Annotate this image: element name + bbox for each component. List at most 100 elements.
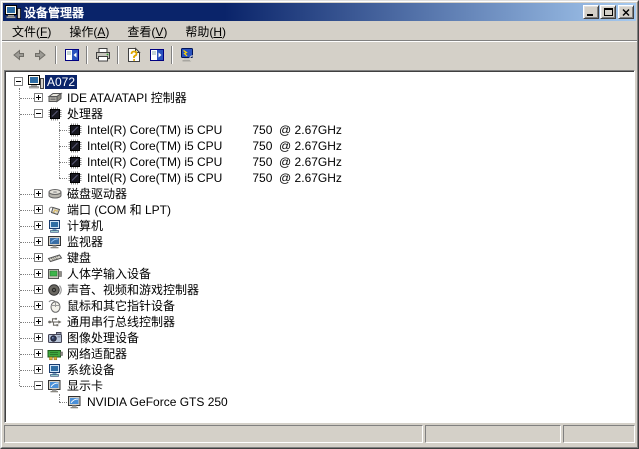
tree-label[interactable]: 处理器 — [65, 107, 105, 121]
tree-row[interactable]: Intel(R) Core(TM) i5 CPU 750 @ 2.67GHz — [6, 122, 633, 138]
tree-label[interactable]: 键盘 — [65, 251, 93, 265]
tree-row[interactable]: 通用串行总线控制器 — [6, 314, 633, 330]
tree-label[interactable]: 显示卡 — [65, 379, 105, 393]
show-console-tree-button[interactable] — [60, 44, 83, 66]
tree-label[interactable]: Intel(R) Core(TM) i5 CPU 750 @ 2.67GHz — [85, 123, 344, 137]
tree-connector-line — [20, 306, 34, 307]
tree-label[interactable]: 磁盘驱动器 — [65, 187, 129, 201]
action-pane-button[interactable] — [145, 44, 168, 66]
maximize-button[interactable] — [600, 5, 616, 19]
menu-action-close: ) — [105, 24, 110, 39]
toolbar-separator — [86, 46, 88, 64]
menu-file[interactable]: 文件(F) — [3, 21, 60, 42]
menu-action[interactable]: 操作(A) — [60, 21, 118, 42]
monitor-icon — [47, 234, 63, 250]
expand-plus-icon[interactable] — [34, 269, 43, 278]
tree-row[interactable]: 磁盘驱动器 — [6, 186, 633, 202]
tree-row[interactable]: 网络适配器 — [6, 346, 633, 362]
tree-label[interactable]: 声音、视频和游戏控制器 — [65, 283, 201, 297]
tree-connector-line — [59, 122, 60, 178]
tree-label[interactable]: A072 — [45, 75, 78, 89]
tree-row[interactable]: 监视器 — [6, 234, 633, 250]
processor-icon — [67, 138, 83, 154]
maximize-icon — [603, 8, 613, 16]
tree-label[interactable]: 端口 (COM 和 LPT) — [65, 203, 173, 217]
expand-plus-icon[interactable] — [34, 189, 43, 198]
expand-plus-icon[interactable] — [34, 205, 43, 214]
tree-connector-line — [20, 338, 34, 339]
minimize-button[interactable] — [583, 5, 599, 19]
tree-row[interactable]: 声音、视频和游戏控制器 — [6, 282, 633, 298]
toolbar-separator — [171, 46, 173, 64]
tree-row[interactable]: 键盘 — [6, 250, 633, 266]
tree-row[interactable]: 计算机 — [6, 218, 633, 234]
tree-label[interactable]: NVIDIA GeForce GTS 250 — [85, 395, 230, 409]
tree-label[interactable]: 通用串行总线控制器 — [65, 315, 177, 329]
tree-row[interactable]: Intel(R) Core(TM) i5 CPU 750 @ 2.67GHz — [6, 170, 633, 186]
tree-label[interactable]: Intel(R) Core(TM) i5 CPU 750 @ 2.67GHz — [85, 171, 344, 185]
tree-connector-line — [59, 178, 67, 179]
menu-help[interactable]: 帮助(H) — [176, 21, 235, 42]
expand-plus-icon[interactable] — [34, 301, 43, 310]
tree-row[interactable]: NVIDIA GeForce GTS 250 — [6, 394, 633, 410]
back-button — [6, 44, 29, 66]
tree-label[interactable]: 鼠标和其它指针设备 — [65, 299, 177, 313]
tree-row[interactable]: 端口 (COM 和 LPT) — [6, 202, 633, 218]
close-button[interactable] — [618, 5, 634, 19]
tree-label[interactable]: 计算机 — [65, 219, 105, 233]
hid-icon — [47, 266, 63, 282]
expand-plus-icon[interactable] — [34, 317, 43, 326]
status-panel-main — [4, 425, 423, 443]
menu-file-label: 文件( — [12, 24, 40, 39]
tree-label[interactable]: 网络适配器 — [65, 347, 129, 361]
tree-connector-line — [20, 258, 34, 259]
tree-connector-line — [20, 370, 34, 371]
forward-button — [29, 44, 52, 66]
tree-connector-line — [20, 114, 34, 115]
tree-connector-line — [20, 226, 34, 227]
expand-plus-icon[interactable] — [34, 237, 43, 246]
tree-row[interactable]: IDE ATA/ATAPI 控制器 — [6, 90, 633, 106]
tree-connector-line — [20, 242, 34, 243]
collapse-minus-icon[interactable] — [34, 109, 43, 118]
tree-row[interactable]: A072 — [6, 74, 633, 90]
expand-plus-icon[interactable] — [34, 365, 43, 374]
scan-hardware-button[interactable] — [176, 44, 199, 66]
expand-plus-icon[interactable] — [34, 253, 43, 262]
expand-plus-icon[interactable] — [34, 333, 43, 342]
toolbar — [2, 41, 637, 69]
tree-content: A072 IDE ATA/ATAPI 控制器 处理器 Intel(R) Core(TM… — [6, 72, 633, 421]
collapse-minus-icon[interactable] — [34, 381, 43, 390]
expand-plus-icon[interactable] — [34, 285, 43, 294]
menu-view[interactable]: 查看(V) — [118, 21, 176, 42]
tree-label[interactable]: Intel(R) Core(TM) i5 CPU 750 @ 2.67GHz — [85, 155, 344, 169]
expand-plus-icon[interactable] — [34, 349, 43, 358]
tree-row[interactable]: 人体学输入设备 — [6, 266, 633, 282]
processor-icon — [67, 122, 83, 138]
tree-label[interactable]: IDE ATA/ATAPI 控制器 — [65, 91, 189, 105]
expand-plus-icon[interactable] — [34, 93, 43, 102]
tree-row[interactable]: 处理器 — [6, 106, 633, 122]
tree-row[interactable]: Intel(R) Core(TM) i5 CPU 750 @ 2.67GHz — [6, 154, 633, 170]
tree-row[interactable]: 系统设备 — [6, 362, 633, 378]
sound-icon — [47, 282, 63, 298]
tree-row[interactable]: 鼠标和其它指针设备 — [6, 298, 633, 314]
tree-label[interactable]: 系统设备 — [65, 363, 117, 377]
help-button[interactable] — [122, 44, 145, 66]
scan-computer-icon — [180, 47, 196, 63]
console-tree-icon — [64, 47, 80, 63]
title-bar[interactable]: 设备管理器 — [3, 3, 636, 21]
tree-label[interactable]: Intel(R) Core(TM) i5 CPU 750 @ 2.67GHz — [85, 139, 344, 153]
tree-label[interactable]: 图像处理设备 — [65, 331, 141, 345]
tree-label[interactable]: 监视器 — [65, 235, 105, 249]
tree-row[interactable]: 图像处理设备 — [6, 330, 633, 346]
tree-row[interactable]: Intel(R) Core(TM) i5 CPU 750 @ 2.67GHz — [6, 138, 633, 154]
menu-view-label: 查看( — [127, 24, 156, 39]
tree-connector-line — [20, 98, 34, 99]
print-button[interactable] — [91, 44, 114, 66]
expand-plus-icon[interactable] — [34, 221, 43, 230]
menu-help-close: ) — [222, 24, 227, 39]
tree-row[interactable]: 显示卡 — [6, 378, 633, 394]
collapse-minus-icon[interactable] — [14, 77, 23, 86]
tree-label[interactable]: 人体学输入设备 — [65, 267, 153, 281]
